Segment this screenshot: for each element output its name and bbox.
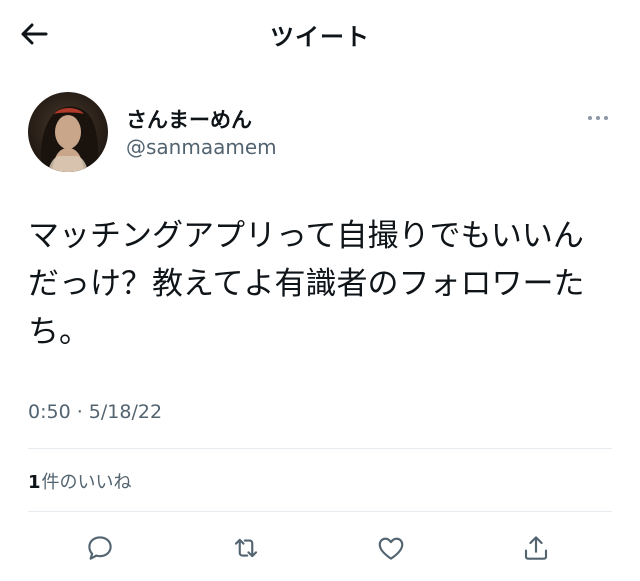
share-button[interactable] xyxy=(516,524,556,572)
retweet-button[interactable] xyxy=(226,524,266,572)
more-options-button[interactable] xyxy=(584,108,612,128)
divider xyxy=(28,511,612,512)
likes-count: 1 xyxy=(28,472,41,493)
more-dots-icon xyxy=(588,116,592,120)
retweet-icon xyxy=(234,538,258,558)
page-title: ツイート xyxy=(270,23,370,51)
likes-label: 件のいいね xyxy=(41,472,132,493)
reply-icon xyxy=(88,536,112,560)
likes-count-link[interactable]: 1件のいいね xyxy=(28,468,132,494)
share-icon xyxy=(524,536,548,560)
reply-button[interactable] xyxy=(80,524,120,572)
tweet-timestamp[interactable]: 0:50 · 5/18/22 xyxy=(28,401,162,423)
like-button[interactable] xyxy=(371,524,411,572)
divider xyxy=(28,448,612,449)
tweet-text: マッチングアプリって自撮りでもいいんだっけ？教えてよ有識者のフォロワーたち。 xyxy=(28,218,585,350)
app-header: ツイート xyxy=(0,0,640,66)
author-display-name[interactable]: さんまーめん xyxy=(126,104,252,134)
avatar[interactable] xyxy=(28,92,108,172)
action-bar xyxy=(0,524,640,572)
heart-icon xyxy=(378,537,404,560)
author-handle[interactable]: @sanmaamem xyxy=(126,135,277,159)
